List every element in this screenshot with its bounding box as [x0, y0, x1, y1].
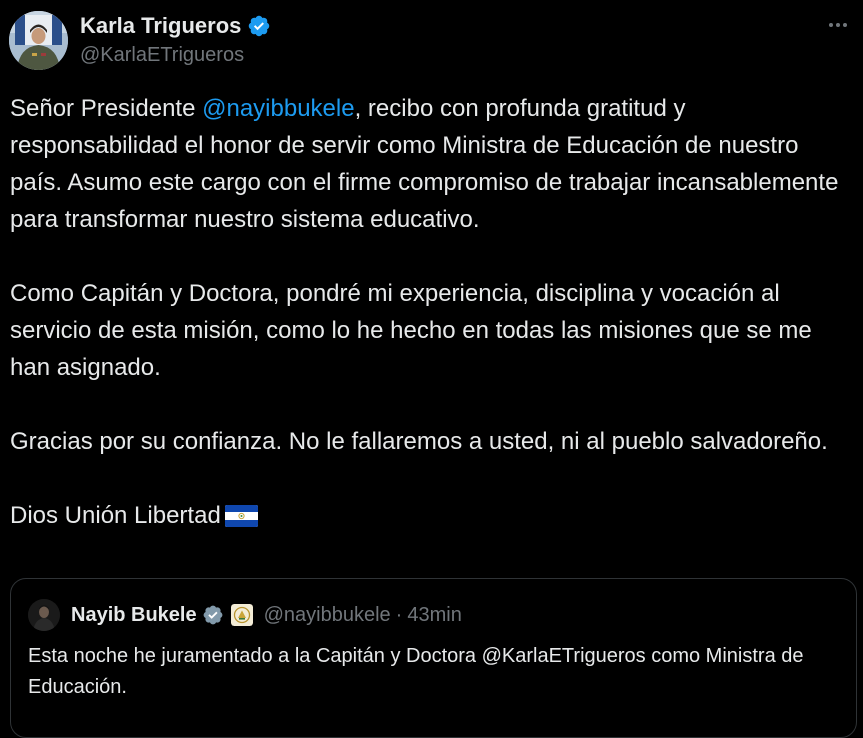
- quoted-author-avatar[interactable]: [28, 599, 60, 631]
- military-portrait-avatar: [9, 11, 68, 70]
- author-name[interactable]: Karla Trigueros: [80, 13, 241, 39]
- quoted-author-handle[interactable]: @nayibbukele: [264, 604, 391, 627]
- author-avatar[interactable]: [9, 11, 68, 70]
- quoted-tweet-header: Nayib Bukele @nayibbukele · 43min: [28, 599, 462, 631]
- tweet: Karla Trigueros @KarlaETrigueros Señor P…: [0, 0, 863, 738]
- tweet-body: Señor Presidente @nayibbukele, recibo co…: [10, 90, 855, 534]
- gray-verified-badge-icon[interactable]: [202, 604, 224, 626]
- tweet-paragraph-4: Dios Unión Libertad: [10, 497, 855, 534]
- verified-badge-icon[interactable]: [247, 14, 271, 38]
- portrait-avatar: [28, 599, 60, 631]
- more-options-button[interactable]: [826, 13, 850, 37]
- quoted-tweet[interactable]: Nayib Bukele @nayibbukele · 43min Esta n…: [10, 578, 857, 738]
- more-options-icon: [829, 23, 847, 27]
- author-handle[interactable]: @KarlaETrigueros: [80, 44, 244, 67]
- quoted-tweet-text: Esta noche he juramentado a la Capitán y…: [28, 645, 804, 698]
- mention-link[interactable]: @nayibbukele: [202, 95, 354, 122]
- government-seal-icon[interactable]: [230, 604, 253, 626]
- author-name-row: Karla Trigueros: [80, 11, 271, 41]
- separator-dot: ·: [395, 603, 403, 626]
- quoted-timestamp[interactable]: 43min: [407, 604, 461, 627]
- el-salvador-flag-icon: [224, 505, 258, 527]
- tweet-paragraph-1: Señor Presidente @nayibbukele, recibo co…: [10, 95, 839, 233]
- tweet-paragraph-2: Como Capitán y Doctora, pondré mi experi…: [10, 280, 812, 381]
- tweet-paragraph-3: Gracias por su confianza. No le fallarem…: [10, 428, 828, 455]
- quoted-author-name[interactable]: Nayib Bukele: [71, 604, 197, 627]
